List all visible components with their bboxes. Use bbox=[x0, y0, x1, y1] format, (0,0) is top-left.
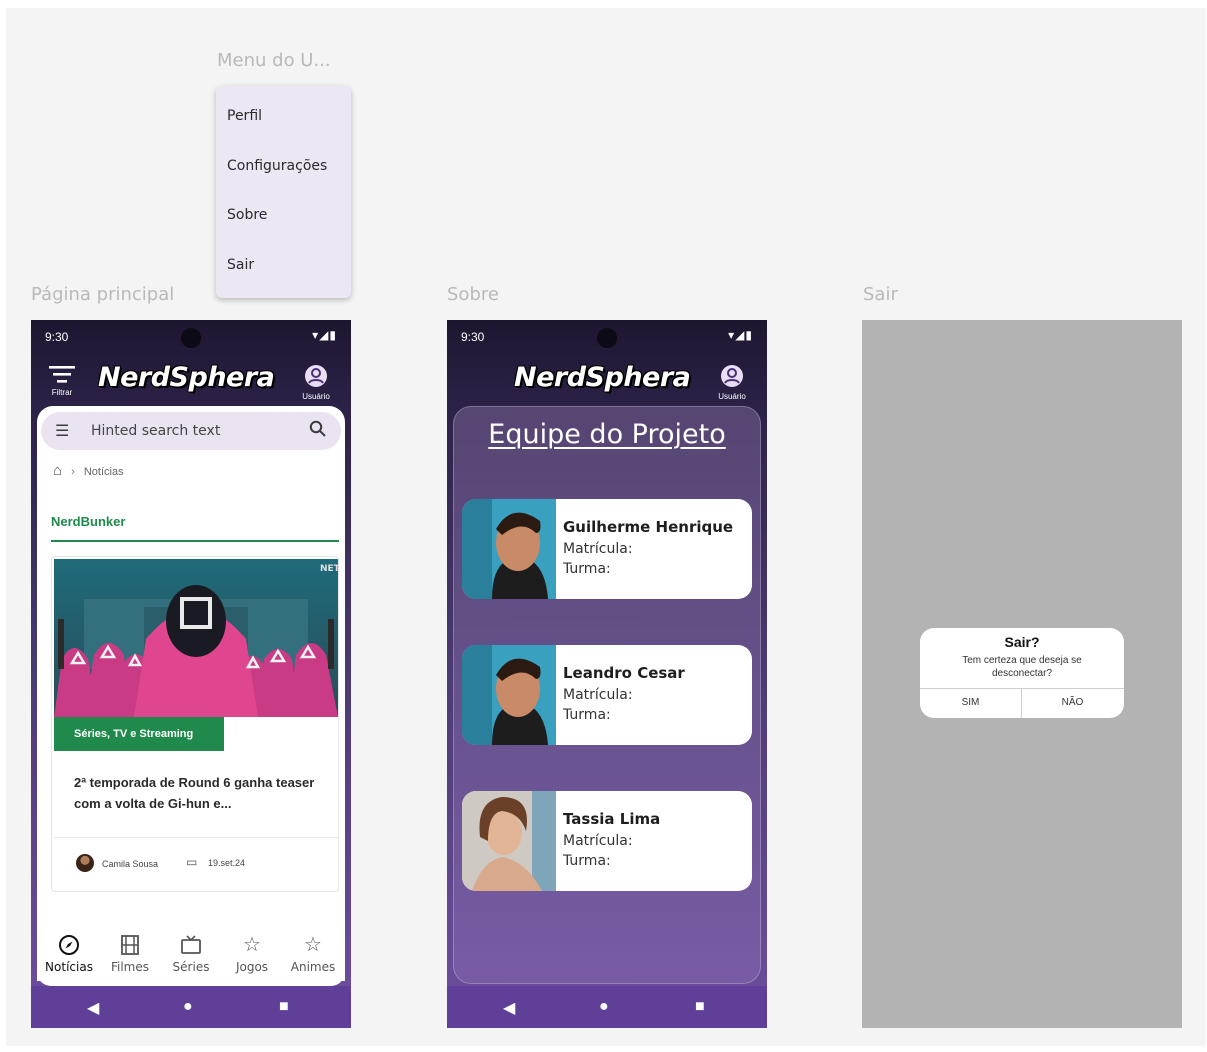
nav-animes[interactable]: ☆ Animes bbox=[283, 932, 343, 976]
tv-icon bbox=[181, 935, 201, 954]
member-name: Leandro Cesar bbox=[563, 664, 685, 682]
frame-label-user-menu: Menu do U... bbox=[217, 50, 331, 71]
member-name: Guilherme Henrique bbox=[563, 518, 734, 536]
frame-label-sobre: Sobre bbox=[447, 284, 499, 305]
recents-icon[interactable]: ■ bbox=[279, 998, 289, 1016]
dialog-title: Sair? bbox=[1004, 634, 1040, 650]
nav-label-noticias: Notícias bbox=[45, 960, 93, 974]
user-button[interactable]: Usuário bbox=[297, 364, 335, 401]
account-icon bbox=[305, 365, 327, 387]
user-menu: Perfil Configurações Sobre Sair bbox=[216, 86, 351, 298]
film-icon bbox=[121, 935, 139, 955]
news-headline[interactable]: 2ª temporada de Round 6 ganha teaser com… bbox=[74, 772, 324, 814]
member-matricula: Matrícula: bbox=[563, 541, 633, 557]
filter-button[interactable]: Filtrar bbox=[43, 364, 81, 397]
system-status-icons: ▾◢▮ bbox=[728, 328, 753, 342]
team-panel: Equipe do Projeto Guilherme Henrique Mat… bbox=[453, 406, 761, 984]
status-bar: 9:30 ▾◢▮ bbox=[447, 320, 767, 354]
breadcrumb-current[interactable]: Notícias bbox=[84, 466, 124, 478]
member-card[interactable]: Guilherme Henrique Matrícula: Turma: bbox=[462, 499, 752, 599]
menu-item-configuracoes[interactable]: Configurações bbox=[227, 158, 327, 174]
content-panel: ☰ Hinted search text ⌂ › Notícias NerdBu… bbox=[37, 406, 345, 981]
confirm-button[interactable]: SIM bbox=[920, 688, 1021, 718]
card-divider bbox=[54, 837, 338, 838]
member-photo bbox=[462, 499, 556, 599]
frame-label-sair: Sair bbox=[863, 284, 898, 305]
status-time: 9:30 bbox=[45, 330, 69, 344]
star-icon: ☆ bbox=[304, 934, 322, 956]
home-circle-icon[interactable]: ● bbox=[183, 998, 193, 1016]
user-button[interactable]: Usuário bbox=[713, 364, 751, 401]
back-icon[interactable]: ◀ bbox=[87, 998, 99, 1018]
author-avatar bbox=[76, 854, 94, 872]
nav-label-filmes: Filmes bbox=[110, 960, 150, 974]
back-icon[interactable]: ◀ bbox=[503, 998, 515, 1018]
member-turma: Turma: bbox=[563, 853, 611, 869]
home-circle-icon[interactable]: ● bbox=[599, 998, 609, 1016]
system-nav-bar: ◀ ● ■ bbox=[31, 986, 351, 1028]
author-name: Camila Sousa bbox=[102, 859, 159, 869]
home-icon[interactable]: ⌂ bbox=[53, 462, 62, 479]
app-logo: NerdSphera bbox=[98, 362, 275, 393]
member-photo bbox=[462, 645, 556, 745]
hamburger-icon[interactable]: ☰ bbox=[55, 421, 69, 441]
phone-main: 9:30 ▾◢▮ Filtrar NerdSphera Usuário ☰ Hi… bbox=[31, 320, 351, 1028]
user-label: Usuário bbox=[302, 392, 330, 401]
member-name: Tassia Lima bbox=[563, 810, 661, 828]
member-card[interactable]: Leandro Cesar Matrícula: Turma: bbox=[462, 645, 752, 745]
image-badge: NET bbox=[320, 564, 338, 574]
menu-item-sair[interactable]: Sair bbox=[227, 257, 254, 273]
star-icon: ☆ bbox=[243, 934, 261, 956]
frame-label-main: Página principal bbox=[31, 284, 175, 305]
account-icon bbox=[721, 365, 743, 387]
search-bar[interactable]: ☰ Hinted search text bbox=[41, 412, 341, 450]
camera-cutout bbox=[597, 328, 617, 348]
nav-filmes[interactable]: Filmes bbox=[100, 932, 160, 976]
menu-item-perfil[interactable]: Perfil bbox=[227, 108, 262, 124]
breadcrumb: ⌂ › Notícias bbox=[53, 462, 124, 479]
nav-series[interactable]: Séries bbox=[161, 932, 221, 976]
recents-icon[interactable]: ■ bbox=[695, 998, 705, 1016]
cancel-button[interactable]: NÃO bbox=[1022, 688, 1123, 718]
compass-icon bbox=[59, 935, 79, 955]
team-title: Equipe do Projeto bbox=[488, 419, 726, 450]
member-turma: Turma: bbox=[563, 561, 611, 577]
member-photo bbox=[462, 791, 556, 891]
section-divider bbox=[51, 540, 339, 542]
news-image: NET bbox=[54, 559, 338, 717]
nav-label-animes: Animes bbox=[290, 960, 336, 974]
search-placeholder: Hinted search text bbox=[91, 423, 221, 439]
nav-label-jogos: Jogos bbox=[235, 960, 269, 974]
phone-sobre: 9:30 ▾◢▮ NerdSphera Usuário Equipe do Pr… bbox=[447, 320, 767, 1028]
nav-noticias[interactable]: Notícias bbox=[39, 932, 99, 976]
nav-label-series: Séries bbox=[172, 960, 210, 974]
member-turma: Turma: bbox=[563, 707, 611, 723]
news-card[interactable]: NET Séries, TV e Streaming 2ª temporada … bbox=[51, 556, 339, 892]
calendar-icon: ▭ bbox=[186, 855, 198, 869]
chevron-right-icon: › bbox=[71, 466, 75, 478]
dialog-message: Tem certeza que deseja se desconectar? bbox=[962, 655, 1082, 679]
member-card[interactable]: Tassia Lima Matrícula: Turma: bbox=[462, 791, 752, 891]
system-nav-bar: ◀ ● ■ bbox=[447, 986, 767, 1028]
sair-frame: Sair? Tem certeza que deseja se desconec… bbox=[862, 320, 1182, 1028]
category-tag[interactable]: Séries, TV e Streaming bbox=[54, 717, 224, 751]
user-label: Usuário bbox=[718, 392, 746, 401]
camera-cutout bbox=[181, 328, 201, 348]
status-bar: 9:30 ▾◢▮ bbox=[31, 320, 351, 354]
menu-item-sobre[interactable]: Sobre bbox=[227, 207, 267, 223]
nav-jogos[interactable]: ☆ Jogos bbox=[222, 932, 282, 976]
filter-label: Filtrar bbox=[51, 388, 73, 397]
status-time: 9:30 bbox=[461, 330, 485, 344]
bottom-navigation: Notícias Filmes Séries ☆ Jogos ☆ Animes bbox=[37, 926, 345, 986]
filter-icon bbox=[49, 366, 75, 383]
member-matricula: Matrícula: bbox=[563, 833, 633, 849]
member-matricula: Matrícula: bbox=[563, 687, 633, 703]
section-title[interactable]: NerdBunker bbox=[51, 514, 125, 529]
article-date: 19.set.24 bbox=[208, 858, 246, 868]
logout-dialog: Sair? Tem certeza que deseja se desconec… bbox=[920, 628, 1124, 718]
app-logo: NerdSphera bbox=[514, 362, 691, 393]
search-icon[interactable] bbox=[309, 420, 327, 438]
system-status-icons: ▾◢▮ bbox=[312, 328, 337, 342]
